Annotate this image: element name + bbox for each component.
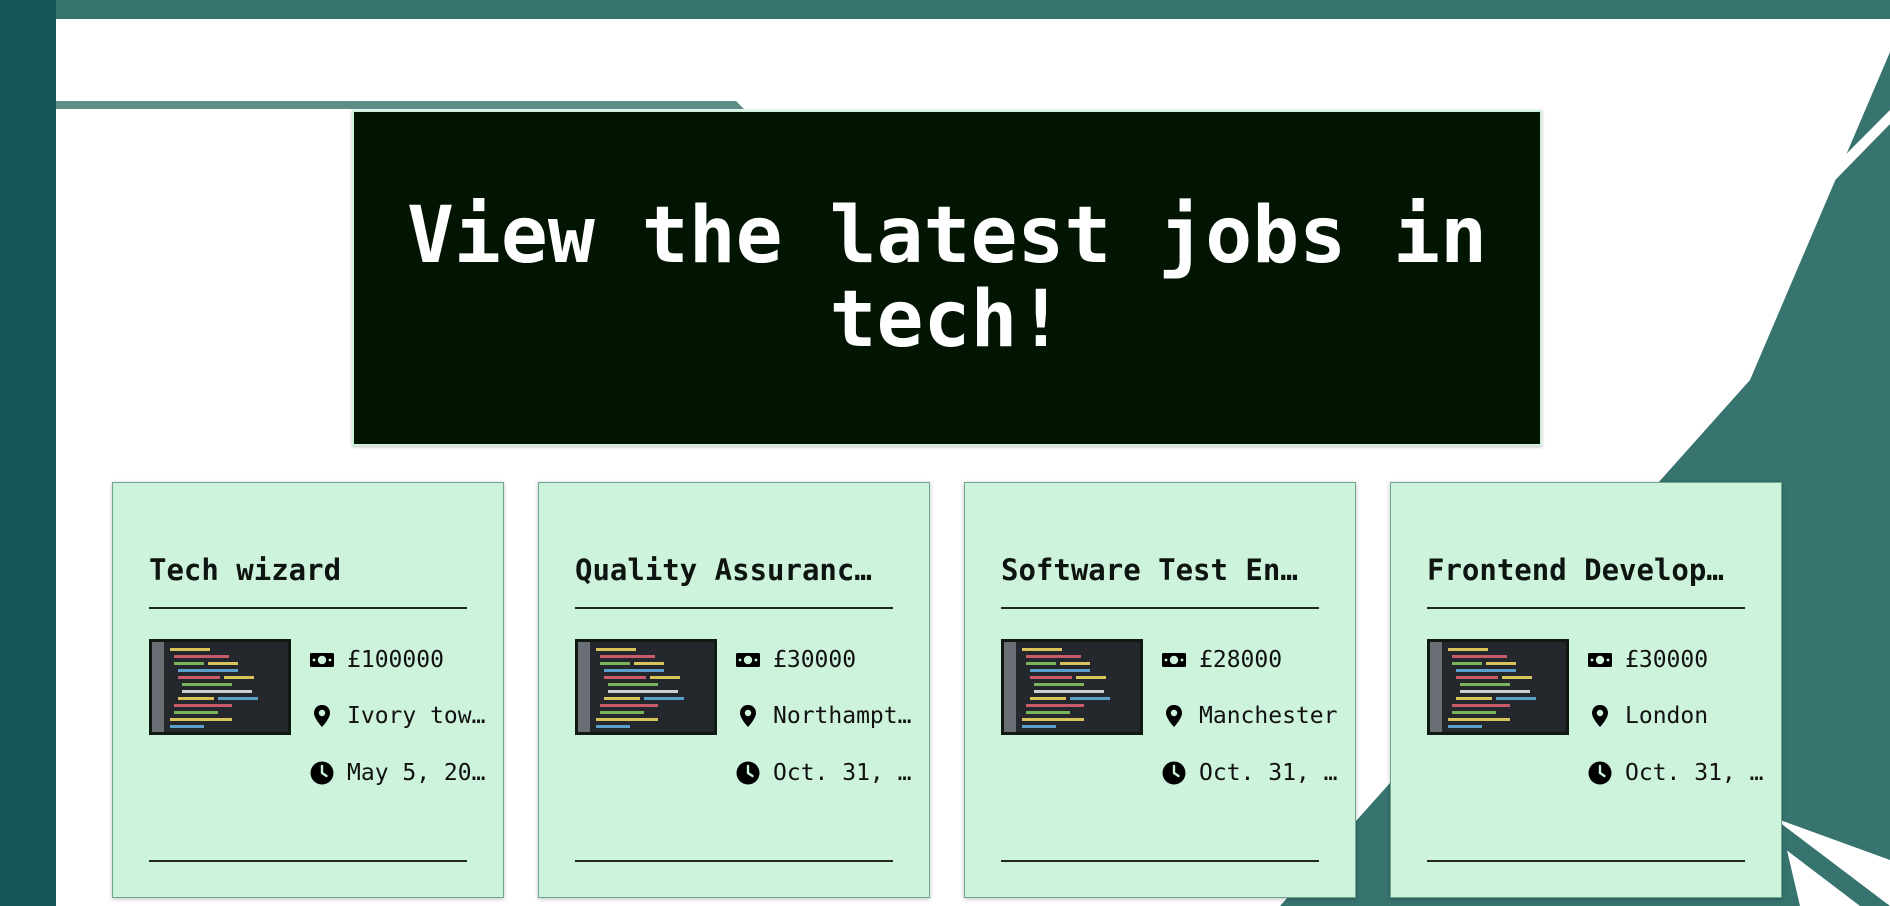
job-card[interactable]: Software Test En… £28000 Manchester Oct.… bbox=[964, 482, 1356, 898]
job-title[interactable]: Tech wizard bbox=[149, 553, 467, 587]
date-row: May 5, 20… bbox=[309, 756, 485, 790]
salary-row: £100000 bbox=[309, 643, 444, 677]
job-title[interactable]: Frontend Develop… bbox=[1427, 553, 1745, 587]
location-row: Northampt… bbox=[735, 699, 911, 733]
money-icon bbox=[310, 653, 334, 667]
date-row: Oct. 31, … bbox=[1587, 756, 1763, 790]
salary-row: £30000 bbox=[735, 643, 856, 677]
job-title[interactable]: Software Test En… bbox=[1001, 553, 1319, 587]
divider bbox=[149, 607, 467, 609]
job-location: London bbox=[1625, 703, 1709, 729]
divider bbox=[575, 607, 893, 609]
map-pin-icon bbox=[1166, 705, 1182, 727]
salary-row: £28000 bbox=[1161, 643, 1282, 677]
map-pin-icon bbox=[1592, 705, 1608, 727]
divider bbox=[1001, 860, 1319, 862]
salary-row: £30000 bbox=[1587, 643, 1708, 677]
job-location: Ivory tow… bbox=[347, 703, 486, 729]
job-location: Northampt… bbox=[773, 703, 912, 729]
map-pin-icon bbox=[314, 705, 330, 727]
divider bbox=[575, 860, 893, 862]
map-pin-icon bbox=[740, 705, 756, 727]
job-thumbnail bbox=[1427, 639, 1569, 735]
location-row: London bbox=[1587, 699, 1708, 733]
divider bbox=[1001, 607, 1319, 609]
divider bbox=[1427, 860, 1745, 862]
job-card[interactable]: Frontend Develop… £30000 London Oct. 31,… bbox=[1390, 482, 1782, 898]
job-title[interactable]: Quality Assuranc… bbox=[575, 553, 893, 587]
job-thumbnail bbox=[1001, 639, 1143, 735]
money-icon bbox=[736, 653, 760, 667]
job-thumbnail bbox=[149, 639, 291, 735]
job-date: May 5, 20… bbox=[347, 760, 486, 786]
divider bbox=[149, 860, 467, 862]
clock-icon bbox=[1588, 761, 1612, 785]
job-date: Oct. 31, … bbox=[773, 760, 912, 786]
job-salary: £100000 bbox=[347, 647, 444, 673]
date-row: Oct. 31, … bbox=[735, 756, 911, 790]
job-card[interactable]: Quality Assuranc… £30000 Northampt… Oct.… bbox=[538, 482, 930, 898]
job-card[interactable]: Tech wizard £100000 Ivory tow… May 5, 20… bbox=[112, 482, 504, 898]
job-salary: £28000 bbox=[1199, 647, 1283, 673]
job-date: Oct. 31, … bbox=[1199, 760, 1338, 786]
job-date: Oct. 31, … bbox=[1625, 760, 1764, 786]
job-salary: £30000 bbox=[773, 647, 857, 673]
location-row: Ivory tow… bbox=[309, 699, 485, 733]
hero-banner: View the latest jobs in tech! bbox=[352, 110, 1542, 446]
money-icon bbox=[1588, 653, 1612, 667]
job-thumbnail bbox=[575, 639, 717, 735]
date-row: Oct. 31, … bbox=[1161, 756, 1337, 790]
job-salary: £30000 bbox=[1625, 647, 1709, 673]
clock-icon bbox=[310, 761, 334, 785]
money-icon bbox=[1162, 653, 1186, 667]
job-location: Manchester bbox=[1199, 703, 1338, 729]
page-title: View the latest jobs in tech! bbox=[406, 191, 1488, 365]
divider bbox=[1427, 607, 1745, 609]
clock-icon bbox=[1162, 761, 1186, 785]
location-row: Manchester bbox=[1161, 699, 1337, 733]
clock-icon bbox=[736, 761, 760, 785]
